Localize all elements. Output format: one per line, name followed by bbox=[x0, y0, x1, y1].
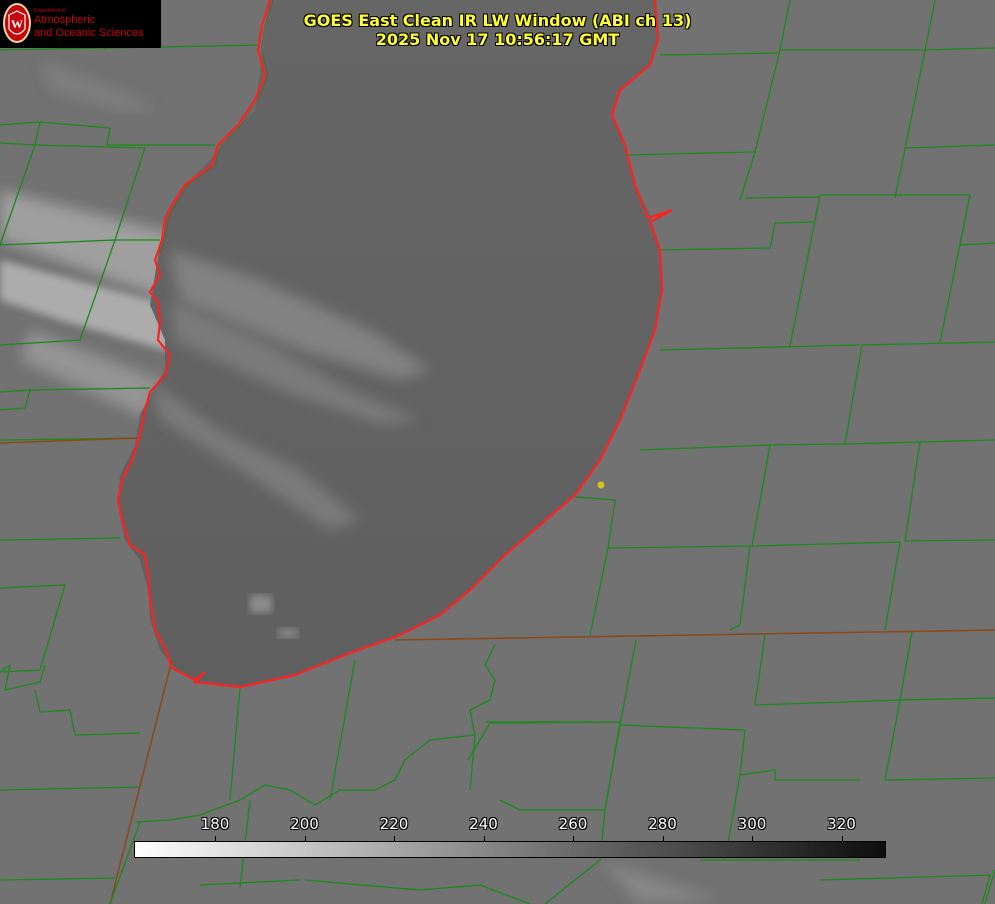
colorbar-tick-mark bbox=[304, 836, 306, 841]
temperature-colorbar bbox=[134, 841, 886, 858]
colorbar-tick-label: 320 bbox=[827, 815, 856, 833]
svg-text:W: W bbox=[11, 17, 23, 31]
colorbar-tick-label: 220 bbox=[379, 815, 409, 833]
colorbar-tick-mark bbox=[662, 836, 664, 841]
colorbar-tick-mark bbox=[215, 836, 216, 841]
colorbar-tick-label: 300 bbox=[737, 815, 767, 833]
colorbar-tick-mark bbox=[752, 836, 753, 841]
university-crest-icon: W bbox=[3, 3, 31, 43]
colorbar-tick-label: 180 bbox=[200, 815, 230, 833]
satellite-image-map bbox=[0, 0, 995, 904]
colorbar-tick-mark bbox=[573, 836, 574, 841]
colorbar-tick-label: 280 bbox=[648, 815, 677, 833]
satellite-map-viewer: GOES East Clean IR LW Window (ABI ch 13)… bbox=[0, 0, 995, 904]
colorbar-tick-mark bbox=[483, 836, 485, 841]
colorbar-tick-label: 240 bbox=[469, 815, 498, 833]
logo-name-line1: Atmospheric bbox=[34, 14, 96, 26]
colorbar-tick-mark bbox=[841, 836, 843, 841]
colorbar-tick-label: 200 bbox=[290, 815, 319, 833]
colorbar-tick-mark bbox=[394, 836, 395, 841]
department-logo: W Department of Atmospheric and Oceanic … bbox=[0, 0, 161, 48]
location-marker bbox=[597, 481, 605, 489]
logo-name-line2: and Oceanic Sciences bbox=[34, 27, 144, 39]
colorbar-tick-label: 260 bbox=[558, 815, 588, 833]
